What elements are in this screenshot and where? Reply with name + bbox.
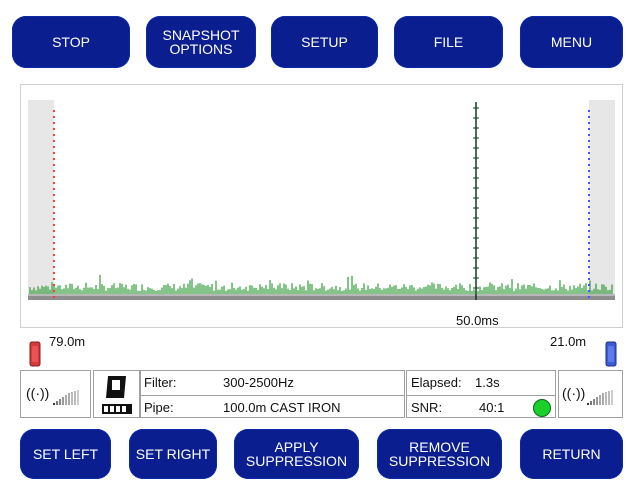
snr-value: 40:1 [479,400,505,415]
elapsed-snr-divider [407,395,555,396]
left-signal-box: ((·)) [20,370,91,418]
signal-strength-icon-right [587,390,613,405]
pipe-label: Pipe: [144,400,174,415]
setup-button[interactable]: SETUP [271,16,378,68]
file-button[interactable]: FILE [394,16,503,68]
right-mask-region [589,100,615,297]
filter-pipe-divider [141,395,404,396]
elapsed-value: 1.3s [475,375,500,390]
left-sensor-icon [29,341,41,367]
elapsed-snr-box: Elapsed: 1.3s SNR: 40:1 [406,370,556,418]
filter-label: Filter: [144,375,177,390]
menu-button[interactable]: MENU [520,16,623,68]
signal-trace [29,274,613,294]
snr-label: SNR: [411,400,443,415]
signal-strength-icon [53,390,79,405]
filter-value: 300-2500Hz [223,375,294,390]
right-sensor-icon [605,341,617,367]
remove-suppression-button[interactable]: REMOVE SUPPRESSION [377,429,502,479]
wireless-icon-right: ((·)) [562,385,586,401]
wireless-icon: ((·)) [26,385,50,401]
correlation-plot[interactable] [28,100,615,300]
time-marker-label: 50.0ms [456,313,499,328]
set-right-button[interactable]: SET RIGHT [129,429,217,479]
set-left-button[interactable]: SET LEFT [20,429,111,479]
apply-suppression-button[interactable]: APPLY SUPPRESSION [234,429,359,479]
right-signal-box: ((·)) [558,370,623,418]
return-button[interactable]: RETURN [520,429,623,479]
status-indicator [533,399,551,417]
device-box [93,370,140,418]
snapshot-options-button[interactable]: SNAPSHOT OPTIONS [146,16,256,68]
left-mask-region [28,100,54,297]
stop-button[interactable]: STOP [12,16,130,68]
baseline-bar-shine [28,294,615,296]
filter-pipe-box: Filter: 300-2500Hz Pipe: 100.0m CAST IRO… [140,370,405,418]
elapsed-label: Elapsed: [411,375,462,390]
left-distance-label: 79.0m [49,334,86,349]
right-distance-label: 21.0m [550,334,587,349]
pipe-value: 100.0m CAST IRON [223,400,341,415]
device-icon [102,376,132,414]
